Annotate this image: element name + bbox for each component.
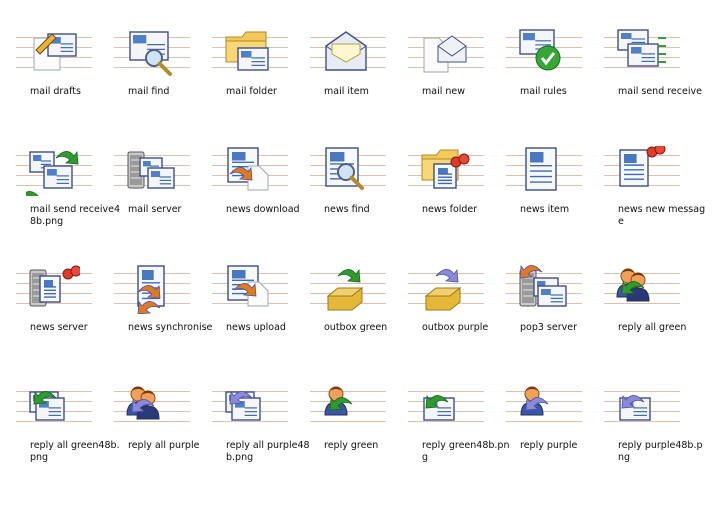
icon-tile: outbox green: [294, 236, 392, 354]
news-download-icon: [227, 147, 269, 191]
icon-label: mail send receive: [618, 86, 702, 97]
mail-drafts-icon: [33, 33, 77, 71]
icon-label: news new message: [618, 204, 706, 227]
icon-tile: reply green: [294, 354, 392, 472]
mail-send-receive-icon: [617, 29, 666, 67]
mail-rules-icon: [519, 29, 561, 71]
reply-all-purple-icon: [126, 386, 160, 420]
icon-tile: reply all purple: [98, 354, 199, 472]
news-find-icon: [325, 147, 364, 190]
pop3-server-icon: [519, 264, 567, 307]
icon-label: reply purple48b.png: [618, 440, 703, 463]
icon-tile: reply purple48b.png: [588, 354, 703, 472]
news-synchronise-icon: [137, 265, 165, 314]
icon-tile: pop3 server: [490, 236, 588, 354]
news-item-icon: [525, 147, 557, 191]
icon-tile: news upload: [196, 236, 294, 354]
news-upload-icon: [227, 265, 269, 307]
reply-purple-icon: [520, 386, 549, 416]
icon-tile: news new message: [588, 118, 705, 236]
icon-tile: mail drafts: [0, 0, 98, 118]
icon-tile: reply all purple48b.png: [196, 354, 310, 472]
icon-tile: mail new: [392, 0, 490, 118]
icon-tile: news folder: [392, 118, 490, 236]
reply-all-purple-48b-icon: [225, 390, 261, 421]
icon-tile: reply all green48b.png: [0, 354, 120, 472]
icon-tile: outbox purple: [392, 236, 490, 354]
reply-all-green-48b-icon: [29, 390, 65, 421]
icon-tile: mail server: [98, 118, 196, 236]
icon-tile: news find: [294, 118, 392, 236]
icon-tile: mail send receive: [588, 0, 702, 118]
reply-all-green-icon: [616, 268, 650, 302]
icon-tile: reply all green: [588, 236, 686, 354]
mail-send-receive-48b-icon: [26, 150, 79, 196]
icon-tile: reply green48b.png: [392, 354, 509, 472]
reply-green-icon: [324, 386, 353, 416]
news-server-icon: [29, 265, 80, 307]
icon-tile: news server: [0, 236, 98, 354]
icon-label: reply all green: [618, 322, 687, 333]
icon-sheet: mail drafts mail find mail folder mail it…: [0, 0, 720, 515]
icon-tile: mail folder: [196, 0, 294, 118]
outbox-green-icon: [326, 268, 364, 311]
reply-green-48b-icon: [423, 394, 455, 421]
icon-tile: reply purple: [490, 354, 588, 472]
icon-tile: mail find: [98, 0, 196, 118]
mail-folder-icon: [225, 31, 269, 71]
icon-tile: news item: [490, 118, 588, 236]
icon-tile: news synchronise: [98, 236, 212, 354]
mail-find-icon: [129, 31, 172, 76]
icon-tile: mail send receive48b.png: [0, 118, 120, 236]
reply-purple-48b-icon: [619, 394, 651, 421]
icon-tile: mail item: [294, 0, 392, 118]
icon-tile: news download: [196, 118, 300, 236]
news-folder-icon: [421, 149, 470, 189]
outbox-purple-icon: [424, 268, 462, 311]
news-new-message-icon: [619, 146, 666, 187]
mail-server-icon: [127, 151, 175, 189]
mail-item-icon: [325, 31, 367, 71]
icon-tile: mail rules: [490, 0, 588, 118]
mail-new-icon: [423, 35, 467, 73]
